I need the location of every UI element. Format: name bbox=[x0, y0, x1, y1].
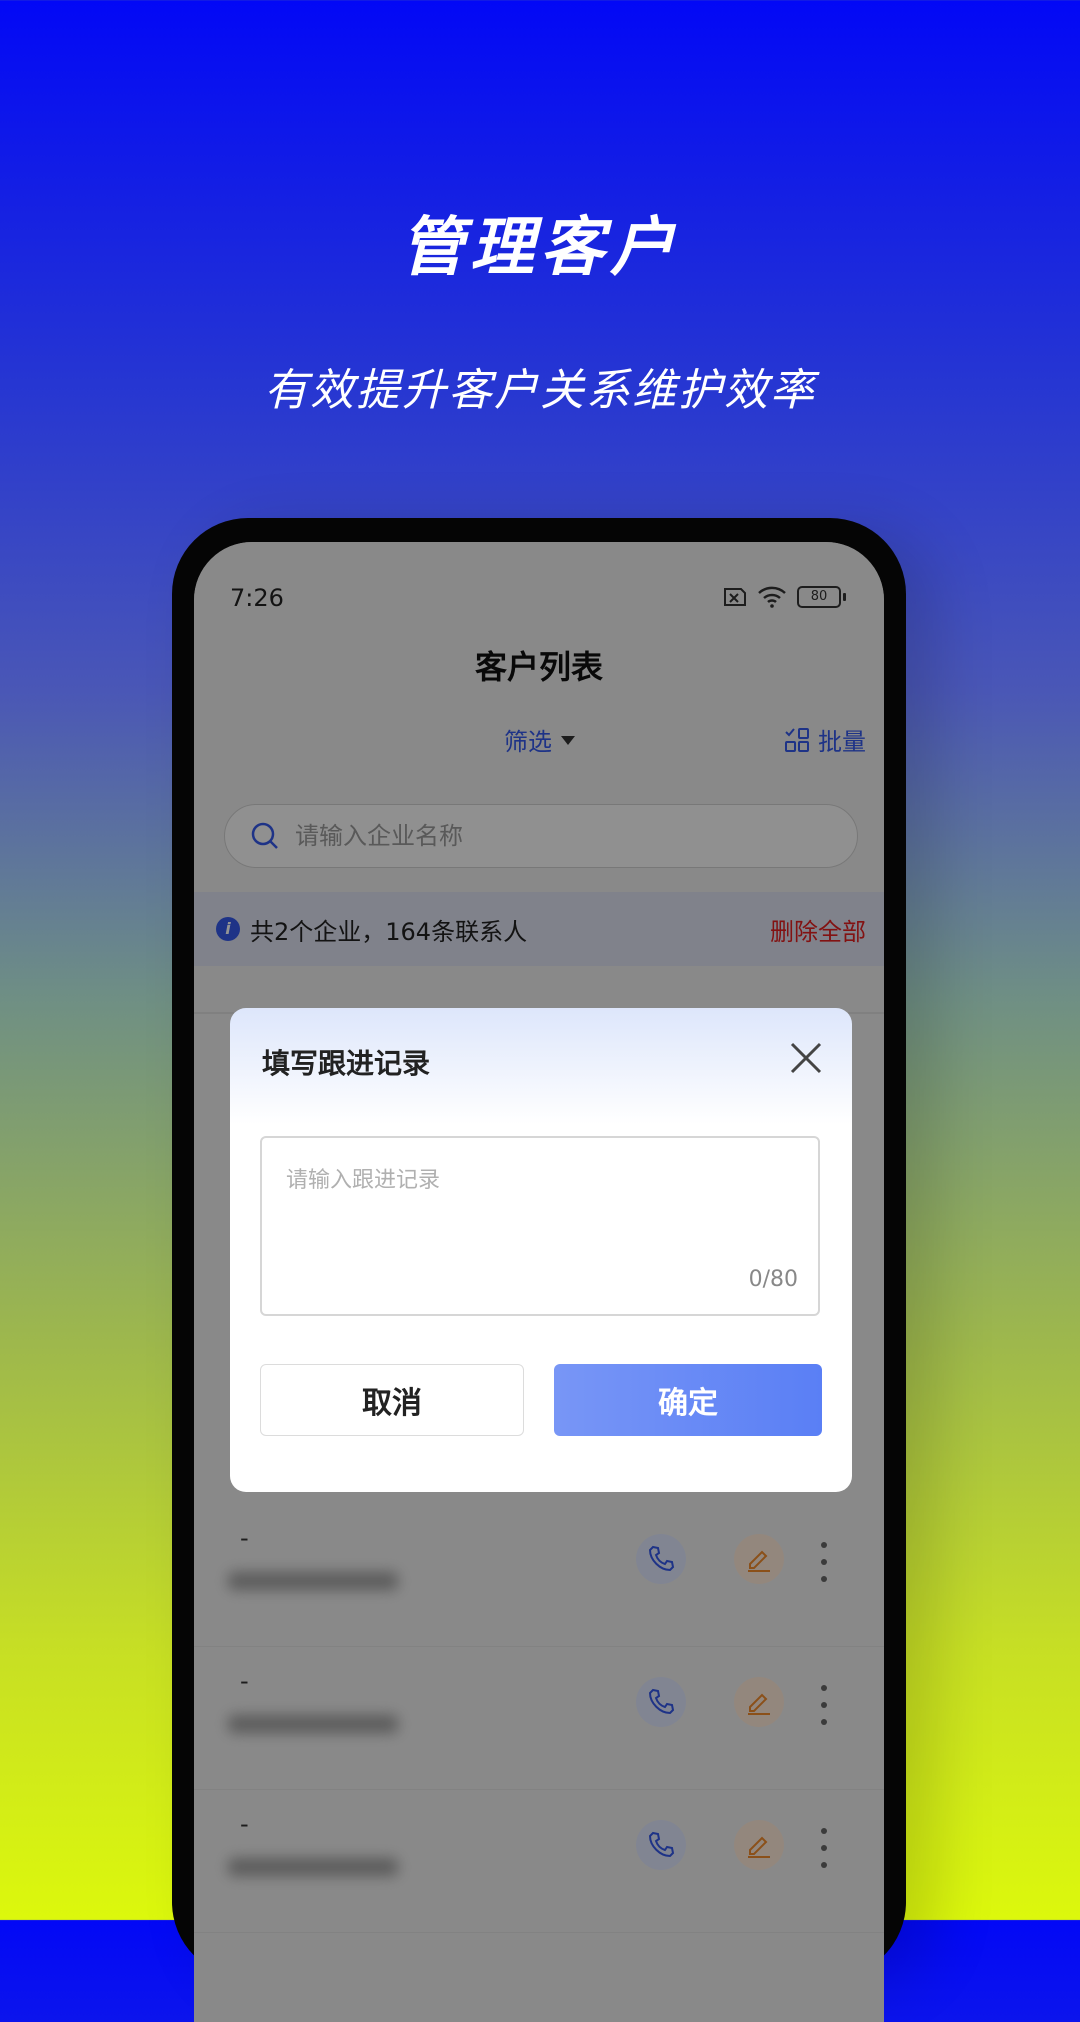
hero-title: 管理客户 bbox=[400, 211, 680, 285]
phone-frame: 7:26 80 客户列表 筛选 批量 请输入企业名称 i 共2个企业，164条联… bbox=[172, 518, 906, 2022]
follow-up-textarea[interactable] bbox=[284, 1160, 808, 1274]
follow-up-field: 0/80 bbox=[260, 1136, 820, 1316]
modal-title: 填写跟进记录 bbox=[262, 1047, 431, 1080]
phone-screen: 7:26 80 客户列表 筛选 批量 请输入企业名称 i 共2个企业，164条联… bbox=[194, 542, 884, 2022]
hero-subtitle: 有效提升客户关系维护效率 bbox=[264, 365, 816, 416]
follow-up-modal: 填写跟进记录 0/80 取消 确定 bbox=[230, 1008, 852, 1492]
confirm-button[interactable]: 确定 bbox=[554, 1364, 822, 1436]
cancel-button[interactable]: 取消 bbox=[260, 1364, 524, 1436]
char-counter: 0/80 bbox=[748, 1267, 798, 1292]
close-icon[interactable] bbox=[786, 1038, 826, 1078]
